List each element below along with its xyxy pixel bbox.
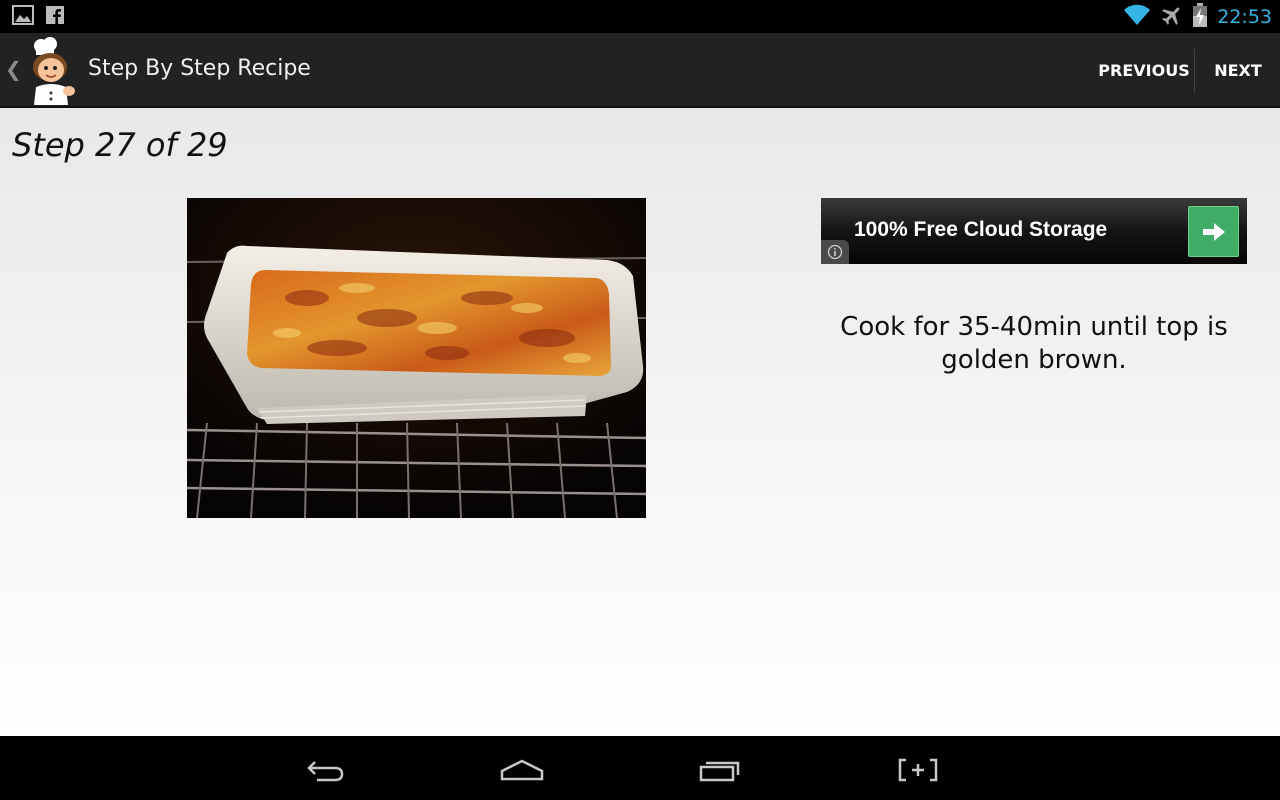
next-button[interactable]: NEXT	[1196, 33, 1280, 108]
app-title: Step By Step Recipe	[88, 56, 311, 81]
gallery-icon	[12, 5, 34, 29]
back-icon[interactable]	[297, 750, 353, 790]
status-bar: 22:53	[0, 0, 1280, 33]
recipe-step-photo	[187, 198, 646, 518]
facebook-icon	[46, 6, 64, 28]
wifi-icon	[1123, 4, 1151, 30]
action-bar: ❮ Step By Step Recipe PREVIOUS NEXT	[0, 33, 1280, 108]
screenshot-icon[interactable]	[890, 750, 946, 790]
arrow-right-icon[interactable]	[1188, 206, 1239, 257]
ad-text: 100% Free Cloud Storage	[854, 218, 1108, 241]
step-content: Step 27 of 29 100% Free Cloud Storage Co…	[0, 108, 1280, 736]
ad-banner[interactable]: 100% Free Cloud Storage	[821, 198, 1247, 264]
up-caret-icon[interactable]: ❮	[5, 57, 22, 81]
previous-button[interactable]: PREVIOUS	[1094, 33, 1194, 108]
action-divider	[1194, 49, 1195, 93]
battery-charging-icon	[1193, 3, 1208, 31]
status-time: 22:53	[1217, 6, 1272, 28]
step-counter: Step 27 of 29	[12, 126, 228, 164]
recent-apps-icon[interactable]	[692, 750, 748, 790]
step-description: Cook for 35-40min until top is golden br…	[840, 312, 1228, 375]
airplane-mode-icon	[1161, 4, 1183, 30]
home-icon[interactable]	[494, 750, 550, 790]
navigation-bar	[0, 736, 1280, 800]
chef-icon[interactable]	[24, 37, 78, 105]
info-icon[interactable]	[821, 240, 849, 264]
